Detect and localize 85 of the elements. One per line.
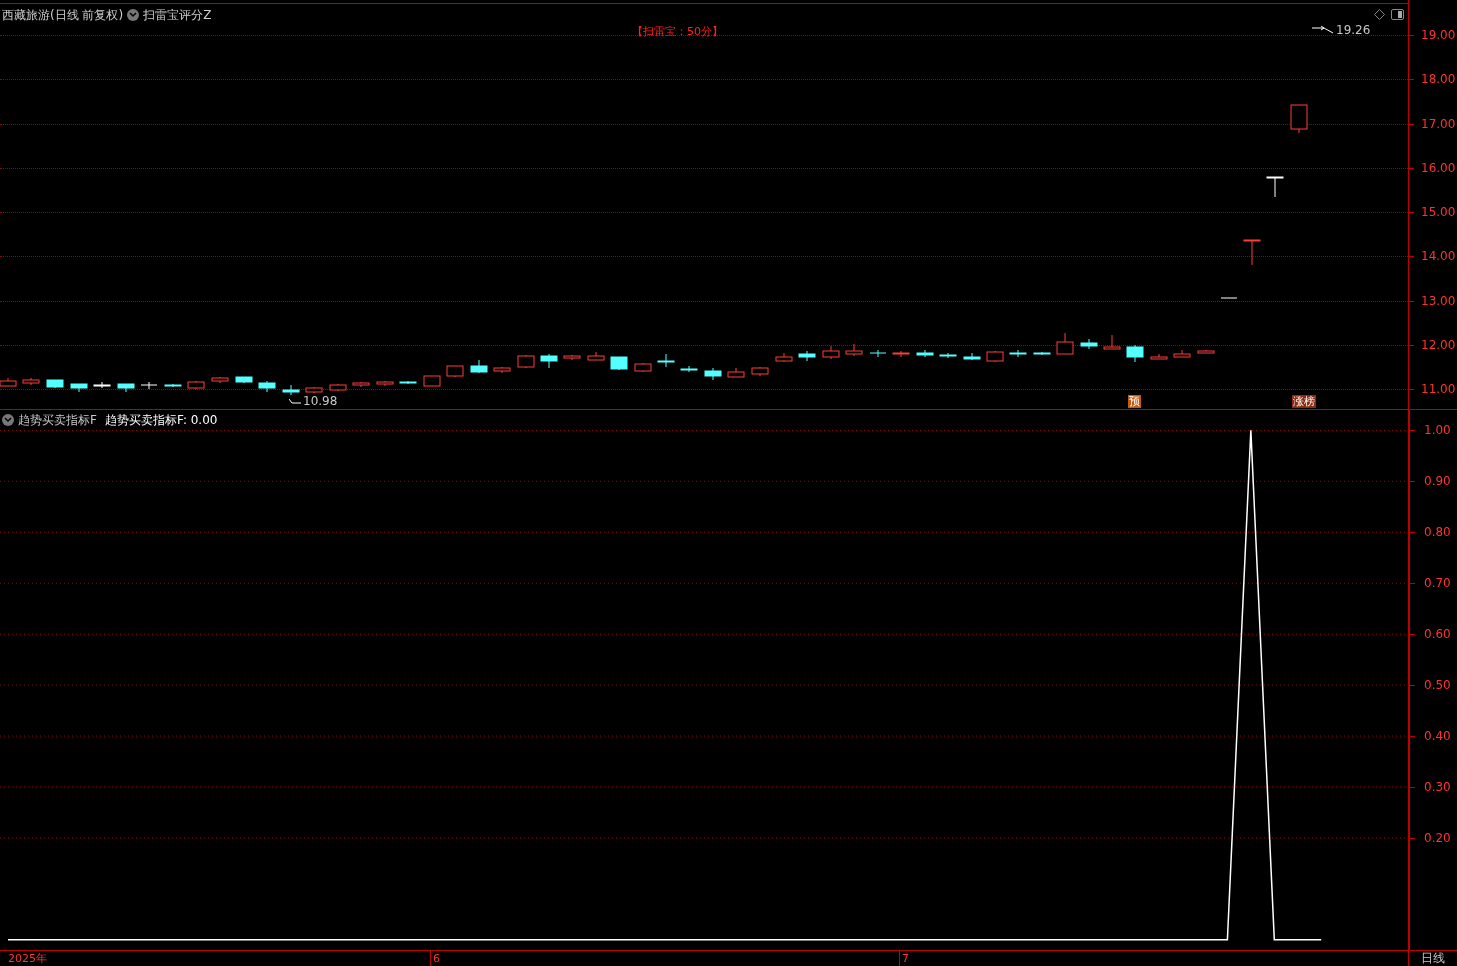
candlestick	[1243, 239, 1261, 266]
price-axis-label: 19.00	[1421, 28, 1456, 42]
indicator-axis-label: 1.00	[1424, 423, 1451, 438]
candlestick	[423, 375, 441, 387]
price-axis-label: 16.00	[1421, 160, 1456, 175]
diamond-icon[interactable]	[1374, 9, 1385, 20]
indicator-axis-label: 0.20	[1424, 830, 1451, 845]
indicator-axis-label: 0.40	[1424, 729, 1451, 744]
candlestick	[446, 365, 464, 378]
time-axis-label: 7	[899, 951, 909, 966]
candlestick	[775, 352, 793, 363]
candlestick	[727, 367, 745, 378]
candlestick	[1290, 104, 1308, 134]
candlestick	[845, 343, 863, 357]
price-axis-label: 18.00	[1421, 72, 1456, 87]
candlestick	[470, 359, 488, 374]
candlestick	[329, 383, 347, 392]
candlestick	[1080, 338, 1098, 350]
candlestick	[798, 350, 816, 362]
time-axis-label: 6	[430, 951, 440, 966]
price-axis-label: 11.00	[1421, 382, 1456, 396]
candlestick	[657, 353, 675, 368]
candlestick	[187, 380, 205, 390]
candlestick	[963, 352, 981, 361]
candlestick	[610, 356, 628, 371]
price-axis-label: 12.00	[1421, 337, 1456, 352]
candlestick	[235, 376, 253, 384]
candlestick	[540, 353, 558, 369]
candlestick	[211, 376, 229, 384]
candlestick	[587, 351, 605, 361]
candlestick	[704, 367, 722, 381]
dropdown-icon[interactable]	[127, 9, 140, 21]
price-axis-label: 13.00	[1421, 293, 1456, 308]
high-price-label: 19.26	[1336, 22, 1371, 39]
candlestick	[986, 350, 1004, 363]
arrow-icon	[1312, 26, 1334, 34]
panel-toggle-icon[interactable]	[1391, 9, 1404, 20]
candlestick	[1220, 297, 1238, 299]
stock-title: 西藏旅游(日线 前复权)	[2, 7, 124, 24]
time-axis-label: 2025年	[7, 951, 47, 966]
indicator-axis-label: 0.60	[1424, 627, 1451, 642]
low-price-label: 10.98	[303, 395, 338, 407]
candlestick	[517, 354, 535, 369]
indicator-axis-label: 0.30	[1424, 779, 1451, 794]
indicator-axis-label: 0.90	[1424, 474, 1451, 489]
candlestick	[1150, 353, 1168, 360]
indicator-axis-label: 0.50	[1424, 678, 1451, 693]
indicator-name: 趋势买卖指标F	[18, 412, 97, 429]
indicator-axis-label: 0.80	[1424, 525, 1451, 540]
candlestick	[822, 345, 840, 360]
candlestick	[352, 381, 370, 388]
candlestick	[1266, 176, 1284, 198]
candlestick	[46, 379, 64, 389]
candlestick	[164, 383, 182, 388]
candlestick	[376, 380, 394, 387]
candlestick	[22, 377, 40, 386]
price-axis-label: 15.00	[1421, 205, 1456, 219]
indicator-reading: 趋势买卖指标F: 0.00	[104, 412, 218, 429]
score-annotation: 【扫雷宝：50分】	[632, 24, 723, 40]
candlestick	[634, 362, 652, 373]
candlestick	[751, 366, 769, 377]
candlestick	[282, 384, 300, 396]
price-axis-label: 14.00	[1421, 249, 1456, 264]
candlestick	[1056, 332, 1074, 355]
signal-marker: 预	[1128, 395, 1141, 408]
candlestick	[305, 386, 323, 394]
signal-marker: 涨榜	[1292, 395, 1316, 408]
candlestick	[399, 380, 417, 385]
price-axis-label: 17.00	[1421, 116, 1456, 131]
candlestick	[1173, 349, 1191, 358]
candlestick	[1103, 334, 1121, 350]
candlestick	[140, 381, 158, 390]
candlestick	[493, 366, 511, 374]
candlestick	[1126, 344, 1144, 363]
dropdown-icon[interactable]	[2, 414, 14, 426]
candlestick	[869, 349, 887, 358]
candlestick	[563, 354, 581, 361]
candlestick	[258, 380, 276, 393]
candlestick	[1033, 351, 1051, 356]
candlestick	[70, 383, 88, 393]
candlestick	[1197, 349, 1215, 354]
period-label[interactable]: 日线	[1421, 951, 1445, 966]
candlestick	[117, 383, 135, 393]
indicator-axis-label: 0.70	[1424, 576, 1451, 591]
indicator-title: 扫雷宝评分Z	[143, 7, 212, 24]
